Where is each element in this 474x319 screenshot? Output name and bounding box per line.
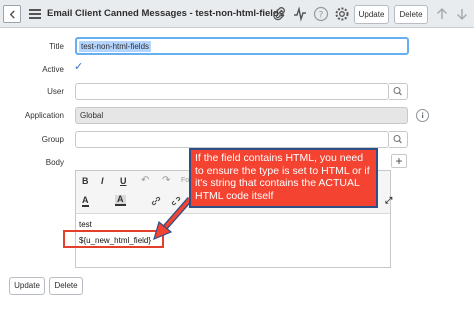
footer-delete-button[interactable]: Delete — [49, 277, 83, 295]
active-checkbox[interactable]: ✓ — [74, 60, 83, 73]
highlight-box — [63, 230, 164, 248]
info-icon[interactable] — [416, 109, 429, 122]
user-label: User — [47, 87, 64, 96]
application-field: Global — [75, 107, 408, 124]
group-label: Group — [41, 135, 64, 144]
annotation-callout: If the field contains HTML, you need to … — [189, 148, 378, 208]
settings-icon[interactable] — [334, 6, 350, 22]
up-arrow-icon[interactable] — [434, 6, 450, 22]
hamburger-icon[interactable] — [29, 9, 41, 19]
redo-button[interactable]: ↷ — [162, 175, 170, 186]
activity-icon[interactable] — [292, 6, 308, 22]
search-icon — [393, 86, 402, 96]
body-label: Body — [45, 158, 64, 167]
title-field[interactable]: test-non-html-fields — [75, 37, 409, 55]
background-color-button[interactable]: A — [115, 195, 126, 206]
italic-button[interactable]: I — [101, 176, 104, 186]
font-menu[interactable]: Fo — [181, 177, 189, 184]
text-color-button[interactable]: A — [82, 196, 89, 207]
application-value: Global — [80, 111, 104, 120]
back-icon — [9, 10, 15, 19]
active-label: Active — [42, 65, 64, 74]
user-input[interactable] — [75, 83, 389, 100]
group-input[interactable] — [75, 131, 389, 148]
add-button[interactable]: + — [391, 154, 407, 168]
header-delete-button[interactable]: Delete — [394, 5, 428, 24]
fullscreen-icon[interactable]: ⤢ — [385, 195, 392, 206]
help-icon[interactable]: ? — [313, 6, 329, 22]
page-title: Email Client Canned Messages - test-non-… — [47, 8, 285, 19]
attachment-icon[interactable] — [271, 6, 287, 22]
svg-text:?: ? — [319, 11, 324, 21]
editor-line: test — [79, 220, 92, 229]
undo-button[interactable]: ↶ — [141, 175, 149, 186]
back-button[interactable] — [3, 5, 21, 23]
user-lookup-button[interactable] — [389, 83, 408, 100]
header-update-button[interactable]: Update — [354, 5, 389, 24]
title-value: test-non-html-fields — [79, 41, 152, 52]
underline-button[interactable]: U — [120, 176, 127, 186]
down-arrow-icon[interactable] — [454, 6, 470, 22]
bold-button[interactable]: B — [82, 176, 89, 186]
search-icon — [393, 134, 402, 144]
footer-update-button[interactable]: Update — [9, 277, 45, 295]
application-label: Application — [24, 111, 64, 120]
title-label: Title — [49, 42, 64, 51]
group-lookup-button[interactable] — [389, 131, 408, 148]
